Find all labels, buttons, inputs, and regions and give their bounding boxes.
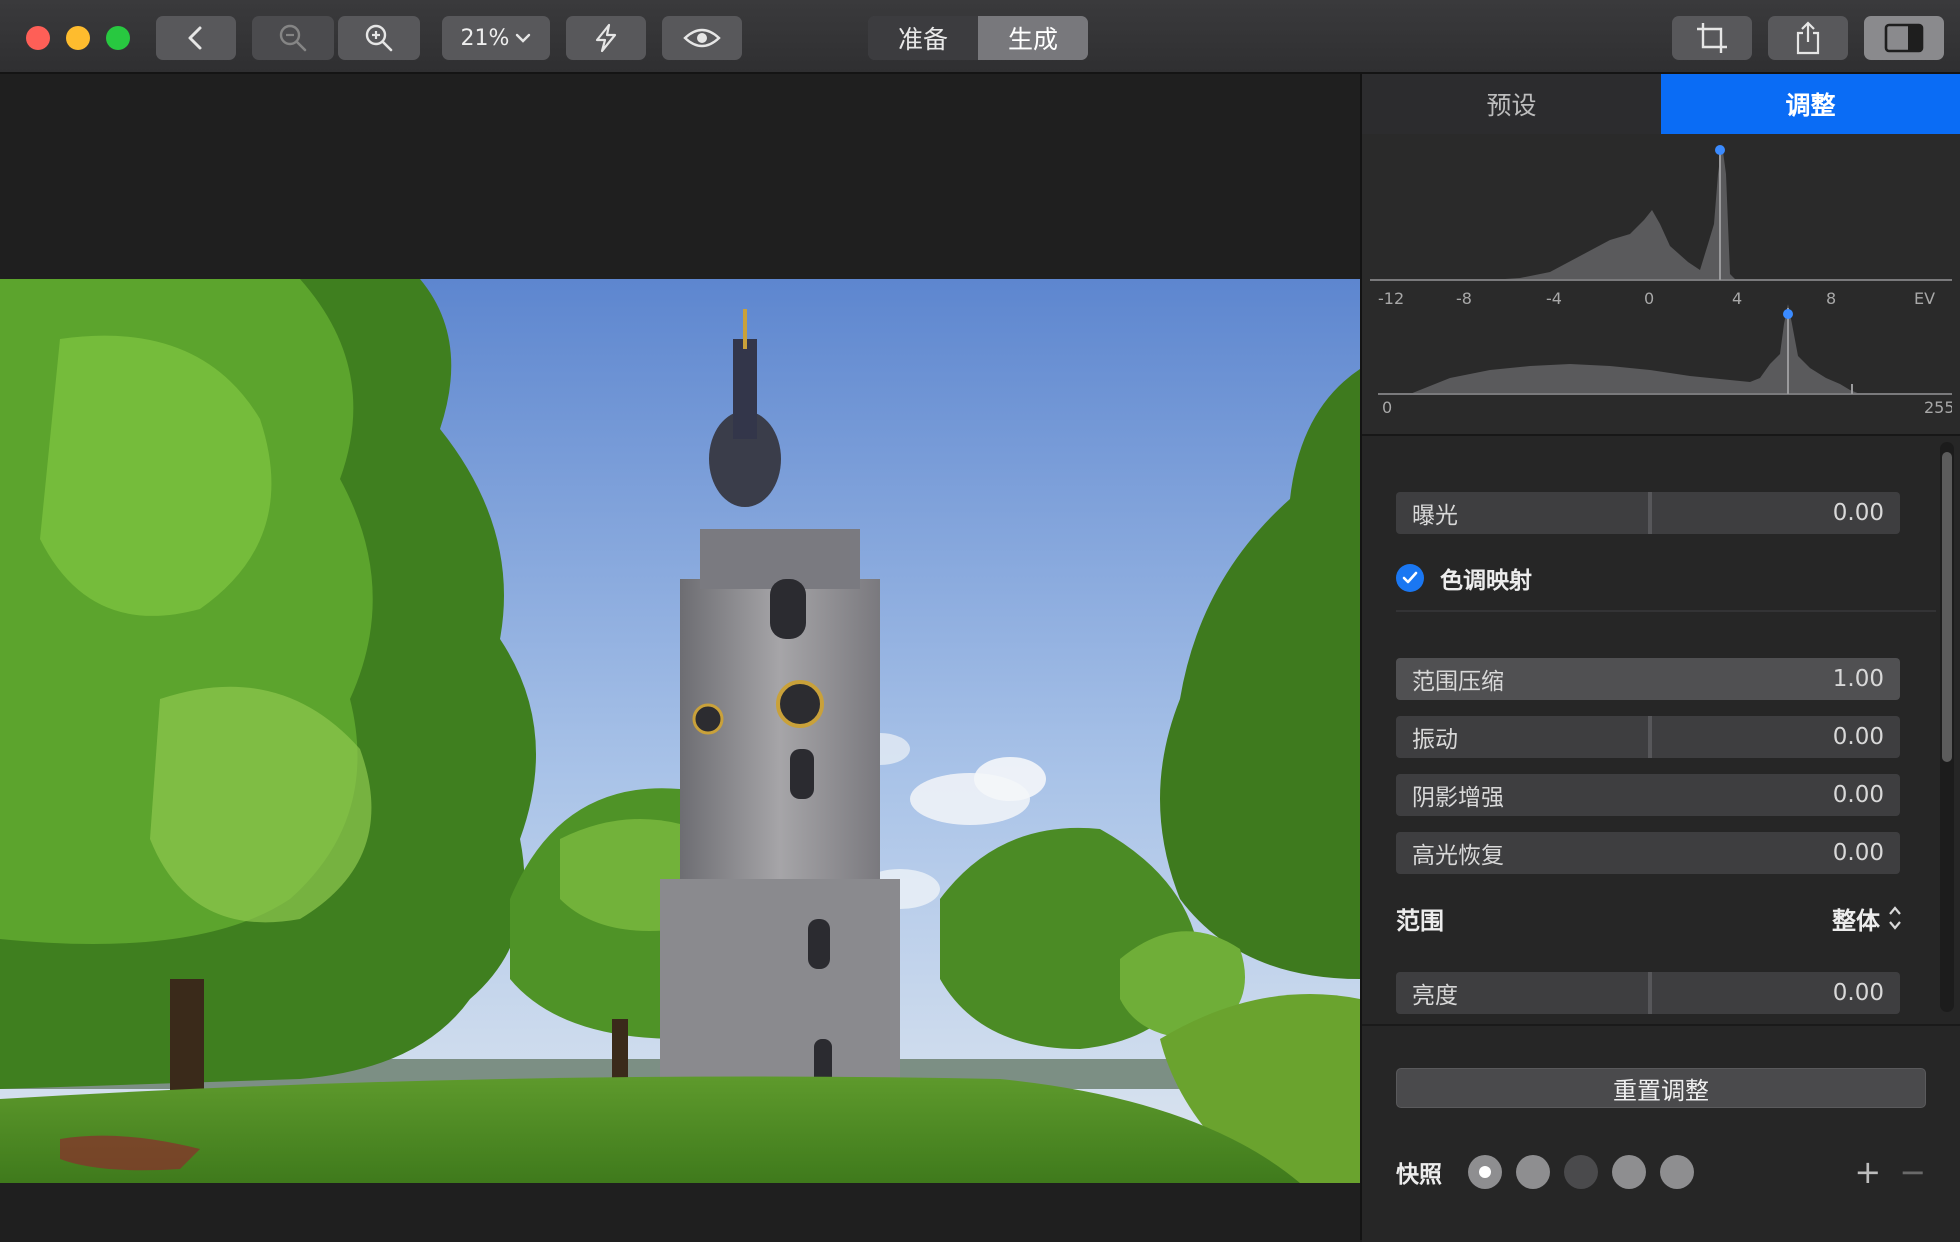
slider-value: 0.00 [1832,724,1884,750]
share-icon [1796,21,1820,55]
tone-mapping-header[interactable]: 色调映射 [1396,556,1916,600]
up-down-chevron-icon [1889,906,1901,930]
slider-value: 1.00 [1832,666,1884,692]
maximize-window-button[interactable] [106,26,130,50]
snapshots-row: 快照 + − [1396,1152,1926,1192]
remove-snapshot-button[interactable]: − [1899,1153,1926,1191]
slider-center-mark [1648,716,1652,758]
snapshot-slot-5[interactable] [1660,1155,1694,1189]
tab-adjust[interactable]: 调整 [1661,74,1960,134]
share-button[interactable] [1768,16,1848,60]
image-canvas[interactable] [0,74,1360,1240]
scrollbar-thumb[interactable] [1942,452,1952,762]
preview-button[interactable] [662,16,742,60]
back-button[interactable] [156,16,236,60]
slider-value: 0.00 [1832,500,1884,526]
adjustments-list: 曝光 0.00 色调映射 范围压缩 1.00 振动 0.00 阴影增强 0.00… [1362,436,1960,1024]
toggle-sidebar-button[interactable] [1864,16,1944,60]
range-selector-row: 范围 整体 [1396,898,1902,938]
snapshot-slot-3[interactable] [1564,1155,1598,1189]
zoom-out-icon [279,24,307,52]
eye-icon [683,28,721,48]
slider-label: 高光恢复 [1412,843,1504,869]
highlight-recovery-slider[interactable]: 高光恢复 0.00 [1396,832,1900,874]
sidebar-tabs: 预设 调整 [1362,74,1960,135]
reset-adjustments-button[interactable]: 重置调整 [1396,1068,1926,1108]
minimize-window-button[interactable] [66,26,90,50]
adjustment-sidebar: 预设 调整 -12 -8 -4 0 4 8 EV 0 255 曝光 0.00 色… [1360,74,1960,1242]
tab-presets[interactable]: 预设 [1362,74,1661,134]
sidebar-footer: 重置调整 快照 + − [1362,1024,1960,1242]
slider-value: 0.00 [1832,782,1884,808]
tone-mapping-checkbox[interactable] [1396,564,1424,592]
shadow-boost-slider[interactable]: 阴影增强 0.00 [1396,774,1900,816]
crop-icon [1697,23,1727,53]
zoom-out-button[interactable] [252,16,334,60]
close-window-button[interactable] [26,26,50,50]
scrollbar[interactable] [1940,442,1954,1012]
photo-preview [0,279,1360,1183]
snapshot-slot-4[interactable] [1612,1155,1646,1189]
back-icon [188,26,202,50]
slider-label: 曝光 [1412,503,1458,529]
range-compression-slider[interactable]: 范围压缩 1.00 [1396,658,1900,700]
range-dropdown[interactable]: 整体 [1832,901,1902,936]
mode-generate-tab[interactable]: 生成 [978,16,1088,60]
mode-prepare-tab[interactable]: 准备 [868,16,978,60]
auto-enhance-button[interactable] [566,16,646,60]
divider [1396,610,1936,612]
exposure-slider[interactable]: 曝光 0.00 [1396,492,1900,534]
slider-value: 0.00 [1832,840,1884,866]
zoom-level-dropdown[interactable]: 21% [442,16,550,60]
zoom-in-button[interactable] [338,16,420,60]
brightness-slider[interactable]: 亮度 0.00 [1396,972,1900,1014]
snapshots-label: 快照 [1396,1162,1442,1188]
slider-value: 0.00 [1832,980,1884,1006]
mode-segmented-control: 准备 生成 [868,16,1088,60]
slider-label: 振动 [1412,727,1458,753]
slider-label: 亮度 [1412,983,1458,1009]
snapshot-slot-1[interactable] [1468,1155,1502,1189]
slider-label: 范围压缩 [1412,669,1504,695]
slider-center-mark [1648,972,1652,1014]
range-label: 范围 [1396,906,1444,935]
add-snapshot-button[interactable]: + [1854,1153,1881,1191]
slider-center-mark [1648,492,1652,534]
lightning-icon [595,23,617,53]
belfry-photo [0,279,1360,1183]
rgb-min-label: 0 [1382,398,1392,417]
rgb-max-label: 255 [1924,398,1952,417]
checkmark-icon [1402,571,1418,584]
slider-label: 阴影增强 [1412,785,1504,811]
range-value: 整体 [1832,906,1880,935]
snapshot-actions: + − [1854,1152,1926,1192]
tone-mapping-title: 色调映射 [1440,568,1532,594]
zoom-in-icon [365,24,393,52]
vibrance-slider[interactable]: 振动 0.00 [1396,716,1900,758]
chevron-down-icon [516,33,531,43]
sidebar-icon [1884,23,1924,53]
crop-button[interactable] [1672,16,1752,60]
toolbar: 21% 准备 生成 [0,0,1960,74]
zoom-level-value: 21% [460,25,510,51]
snapshot-slot-2[interactable] [1516,1155,1550,1189]
